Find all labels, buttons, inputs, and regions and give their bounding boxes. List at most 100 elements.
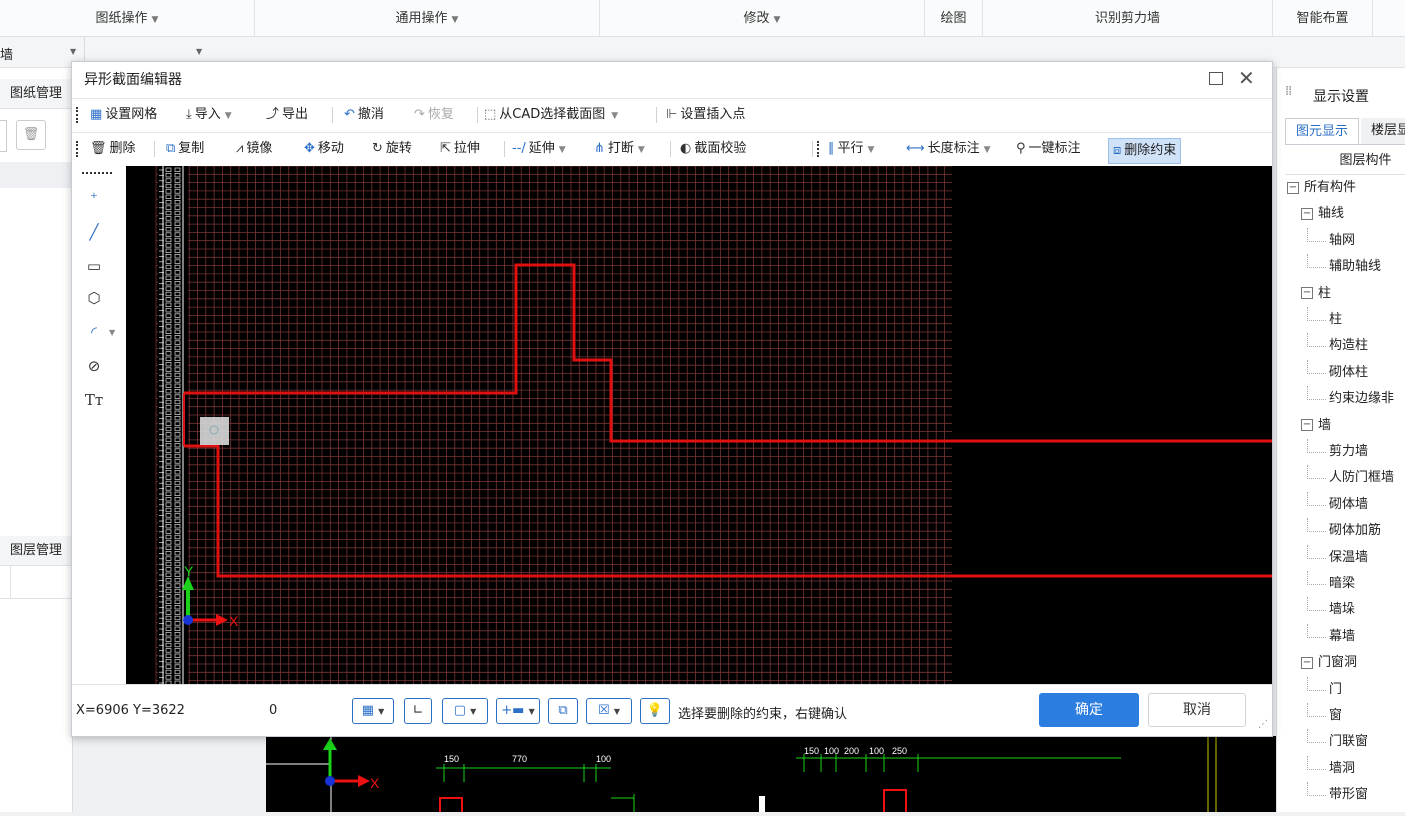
tree-item[interactable]: 约束边缘非 [1285,386,1405,412]
delete-constraint-button[interactable]: ⧈ 删除约束 [1108,138,1182,164]
ribbon-group-modify[interactable]: 修改 ▼ [600,0,925,36]
tree-item[interactable]: 门联窗 [1285,729,1405,755]
toolbar-grip[interactable] [76,141,81,157]
tree-item[interactable]: 剪力墙 [1285,439,1405,465]
export-button[interactable]: ⤴ 导出 [266,99,308,131]
tree-item[interactable]: 柱 [1285,307,1405,333]
mirror-button[interactable]: ⩘ 镜像 [236,133,272,165]
resize-grip-icon[interactable]: ⋰ [1258,719,1268,730]
chevron-down-icon[interactable]: ▼ [196,47,202,56]
tree-item[interactable]: − 所有构件 [1285,175,1405,201]
tree-item[interactable]: 轴网 [1285,227,1405,254]
tree-item[interactable]: 人防门框墙 [1285,465,1405,491]
grid-icon: ▦ [90,107,103,122]
tree-item[interactable]: 窗 [1285,703,1405,729]
tree-item[interactable]: 门 [1285,676,1405,703]
chevron-down-icon[interactable]: ▼ [70,47,76,56]
tab-element-display[interactable]: 图元显示 [1285,118,1359,144]
ribbon-group-smart-layout[interactable]: 智能布置 [1273,0,1373,36]
dim-label: 150 [444,754,459,764]
tree-item[interactable]: 墙垛 [1285,597,1405,623]
collapse-icon[interactable]: − [1301,287,1313,300]
move-button[interactable]: ✥ 移动 [304,133,344,165]
maximize-icon[interactable] [1209,72,1223,85]
layer-manager-tab[interactable]: 图层管理 [0,536,72,566]
tree-item[interactable]: 构造柱 [1285,333,1405,359]
set-insert-point-button[interactable]: ⊩ 设置插入点 [666,99,745,131]
toolbar-grip[interactable] [817,141,822,157]
ortho-toggle-button[interactable]: ∟ [404,698,432,724]
ribbon-group-draw[interactable]: 绘图 [925,0,983,36]
tree-item[interactable]: 砌体墙 [1285,491,1405,518]
break-button[interactable]: ⋔ 打断 ▼ [594,133,645,165]
collapse-icon[interactable]: − [1301,207,1313,220]
arc-tool-icon[interactable]: ◜ [82,320,106,344]
tree-item[interactable]: − 柱 [1285,281,1405,307]
length-dimension-button[interactable]: ⟷ 长度标注 ▼ [906,133,991,165]
set-grid-button[interactable]: ▦ 设置网格 [90,99,157,131]
tree-item[interactable]: 砌体加筋 [1285,518,1405,544]
import-button[interactable]: ⤓ 导入 ▼ [186,99,232,131]
close-icon[interactable]: ✕ [1238,66,1255,90]
text-tool-icon[interactable]: Tт [82,388,106,412]
constraint-toggle-button[interactable]: ⧉ [548,698,578,724]
collapse-icon[interactable]: − [1301,656,1313,669]
snap-toggle-button[interactable]: ▢ ▼ [442,698,488,724]
tree-connector [1307,227,1326,242]
tree-item[interactable]: − 门窗洞 [1285,650,1405,676]
dialog-title-bar[interactable]: 异形截面编辑器 [72,62,1272,98]
undo-button[interactable]: ↶ 撤消 [344,99,384,131]
chevron-down-icon[interactable]: ▼ [109,328,115,337]
tree-item[interactable]: 保温墙 [1285,544,1405,571]
tree-item[interactable]: 带形窗 [1285,782,1405,808]
panel-button[interactable] [0,120,7,152]
circle-tool-icon[interactable]: ⊘ [82,354,106,378]
copy-button[interactable]: ⧉ 复制 [166,133,204,165]
axis-x-arrowhead [358,775,370,787]
polygon-tool-icon[interactable]: ⬡ [82,286,106,310]
point-tool-icon[interactable]: ⁺ [82,186,106,210]
tree-item[interactable]: − 轴线 [1285,201,1405,227]
tree-item[interactable]: 暗梁 [1285,571,1405,597]
ribbon-group-drawing-ops[interactable]: 图纸操作 ▼ [0,0,255,36]
section-check-button[interactable]: ◐ 截面校验 [680,133,746,165]
collapse-icon[interactable]: − [1287,181,1299,194]
rotate-button[interactable]: ↻ 旋转 [372,133,412,165]
cancel-button[interactable]: 取消 [1148,693,1246,727]
stretch-button[interactable]: ⇱ 拉伸 [440,133,480,165]
tree-item[interactable]: 墙洞 [1285,755,1405,782]
axis-y-arrowhead [323,738,337,750]
hint-button[interactable]: 💡 [640,698,670,724]
toolbar-grip[interactable] [76,107,81,123]
tree-item[interactable]: 砌体柱 [1285,359,1405,386]
collapse-icon[interactable]: − [1301,419,1313,432]
tree-item[interactable]: 幕墙 [1285,623,1405,650]
tree-item-label: 所有构件 [1304,180,1357,195]
parallel-button[interactable]: ∥ 平行 ▼ [828,133,874,165]
tree-connector [1307,729,1326,744]
dimension-toggle-button[interactable]: +▬ ▼ [496,698,540,724]
one-key-dimension-button[interactable]: ⚲ 一键标注 [1016,133,1081,165]
drawing-manager-tab[interactable]: 图纸管理 [0,79,72,109]
ok-button[interactable]: 确定 [1039,693,1139,727]
ribbon-group-general-ops[interactable]: 通用操作 ▼ [255,0,600,36]
tree-item[interactable]: 辅助轴线 [1285,254,1405,280]
extend-button[interactable]: -‑/延伸 ▼ [512,133,566,165]
background-drawing-canvas[interactable]: X 150 770 100 150 100 200 100 250 [266,736,1276,815]
select-from-cad-button[interactable]: ⬚ 从CAD选择截面图 ▼ [484,99,618,131]
section-editor-canvas[interactable]: YX [126,166,1272,684]
ribbon-group-label: 绘图 [940,11,967,26]
line-tool-icon[interactable]: ╱ [82,220,106,244]
tab-floor-display[interactable]: 楼层显示 [1361,118,1405,144]
ribbon-group-identify-shear-wall[interactable]: 识别剪力墙 [983,0,1273,36]
tree-item[interactable]: − 墙 [1285,413,1405,439]
drag-handle-icon[interactable]: ⁞⁞ [1285,84,1292,99]
toolbar-grip[interactable] [82,172,112,174]
grid-toggle-button[interactable]: ▦ ▼ [352,698,394,724]
rectangle-tool-icon[interactable]: ▭ [82,254,106,278]
check-toggle-button[interactable]: ☒ ▼ [586,698,632,724]
delete-button[interactable]: 🗑 删除 [90,133,136,165]
redo-button[interactable]: ↷ 恢复 [414,99,454,131]
dim-label: 100 [824,746,839,756]
trash-icon[interactable]: 🗑 [16,120,46,150]
